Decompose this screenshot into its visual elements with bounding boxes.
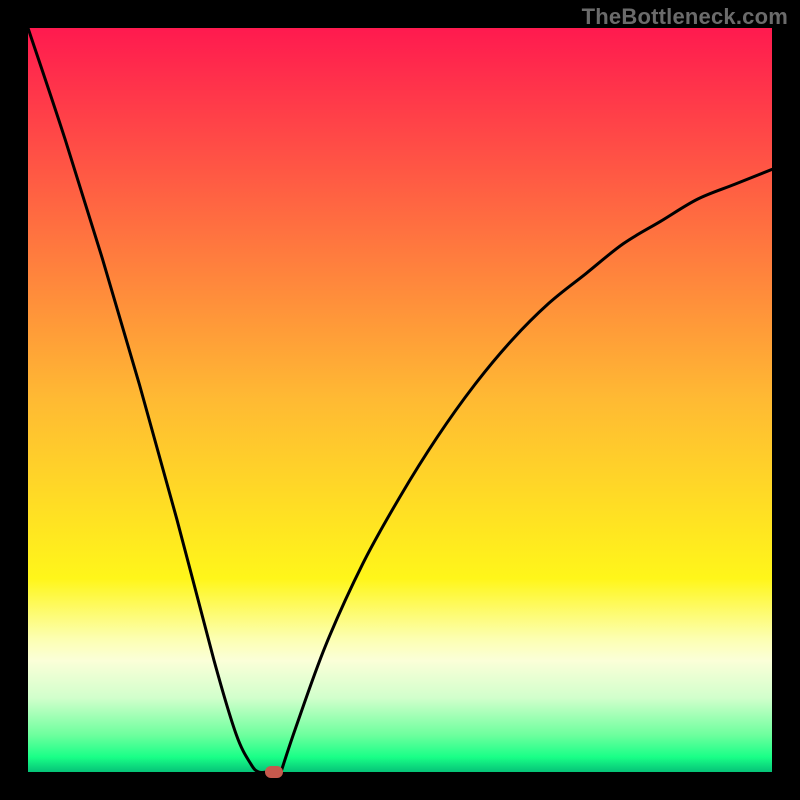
watermark-text: TheBottleneck.com (582, 4, 788, 30)
bottleneck-curve (28, 28, 772, 772)
chart-frame (28, 28, 772, 772)
optimal-point-marker (265, 766, 283, 778)
